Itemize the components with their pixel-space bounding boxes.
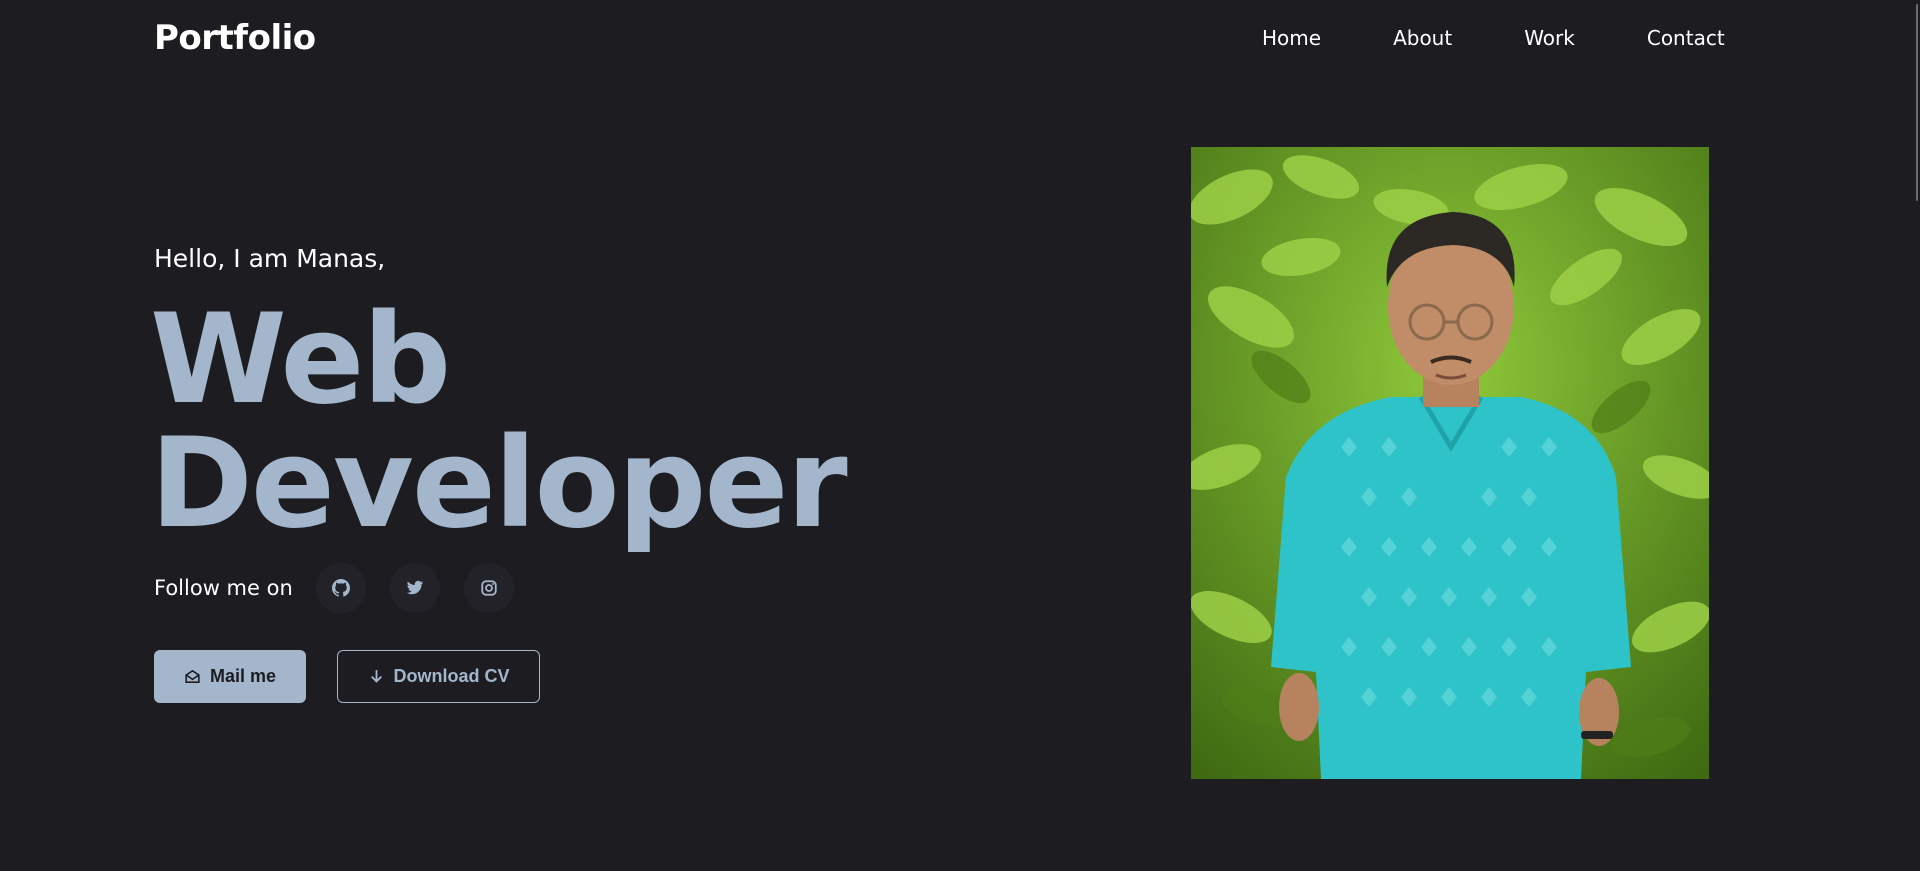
profile-photo (1191, 147, 1709, 779)
hero-actions: Mail me Download CV (154, 650, 540, 703)
arrow-down-icon (370, 669, 382, 683)
mail-me-label: Mail me (209, 666, 277, 686)
github-icon (331, 579, 350, 597)
follow-label: Follow me on (154, 576, 293, 600)
nav-contact[interactable]: Contact (1647, 26, 1725, 50)
social-row: Follow me on (154, 563, 538, 613)
hero-title-line2: Developer (150, 412, 848, 556)
nav-about[interactable]: About (1393, 26, 1452, 50)
download-cv-button[interactable]: Download CV (337, 650, 540, 703)
twitter-link[interactable] (389, 563, 440, 613)
mail-me-button[interactable]: Mail me (154, 650, 306, 703)
main-nav: Home About Work Contact (1262, 26, 1725, 50)
twitter-icon (406, 580, 424, 595)
scrollbar-thumb[interactable] (1916, 4, 1918, 201)
profile-photo-illustration (1191, 147, 1709, 779)
page: Portfolio Home About Work Contact Hello,… (0, 0, 1920, 871)
nav-home[interactable]: Home (1262, 26, 1321, 50)
greeting: Hello, I am Manas, (154, 244, 386, 273)
nav-work[interactable]: Work (1524, 26, 1575, 50)
logo[interactable]: Portfolio (154, 18, 316, 58)
instagram-icon (481, 580, 497, 596)
page-scrollbar[interactable] (1911, 0, 1920, 871)
download-cv-label: Download CV (393, 666, 510, 686)
envelope-icon (185, 669, 200, 683)
github-link[interactable] (315, 563, 366, 613)
hero-title: Web Developer (150, 288, 848, 556)
instagram-link[interactable] (463, 563, 514, 613)
hero-title-line1: Web (150, 288, 451, 432)
